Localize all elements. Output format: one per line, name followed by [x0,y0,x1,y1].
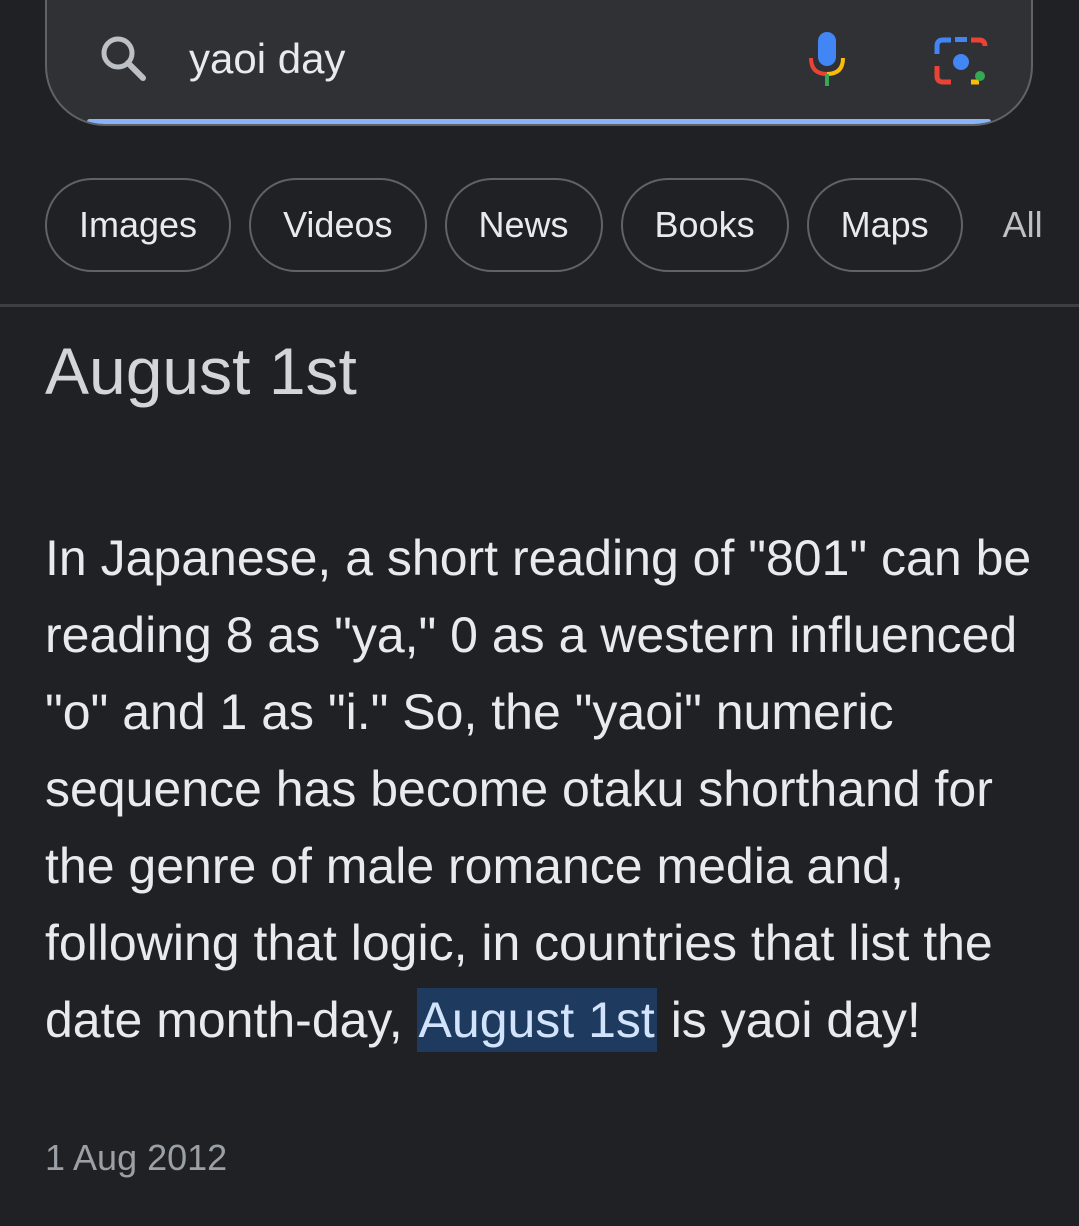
header-divider [0,304,1079,307]
chip-news[interactable]: News [444,178,603,272]
snippet-date: 1 Aug 2012 [45,1137,228,1178]
chip-all[interactable]: All [980,178,1043,272]
snippet-text-before: In Japanese, a short reading of "801" ca… [45,530,1032,1048]
search-input[interactable]: yaoi day [189,32,345,86]
search-icon[interactable] [97,32,149,84]
snippet-text: In Japanese, a short reading of "801" ca… [45,520,1055,1059]
search-results-page: yaoi day Images Videos News Books Maps A… [0,0,1079,1226]
search-focus-underline [87,119,991,124]
snippet-text-after: is yaoi day! [670,992,921,1048]
microphone-icon[interactable] [805,30,849,90]
search-bar[interactable]: yaoi day [45,0,1033,126]
chip-images[interactable]: Images [45,178,232,272]
google-lens-icon[interactable] [933,36,989,86]
chip-videos[interactable]: Videos [249,178,427,272]
chip-maps[interactable]: Maps [806,178,963,272]
search-filter-chips: Images Videos News Books Maps All [45,178,1079,276]
snippet-highlight: August 1st [416,988,657,1052]
chip-books[interactable]: Books [620,178,789,272]
featured-answer: August 1st [45,334,357,408]
